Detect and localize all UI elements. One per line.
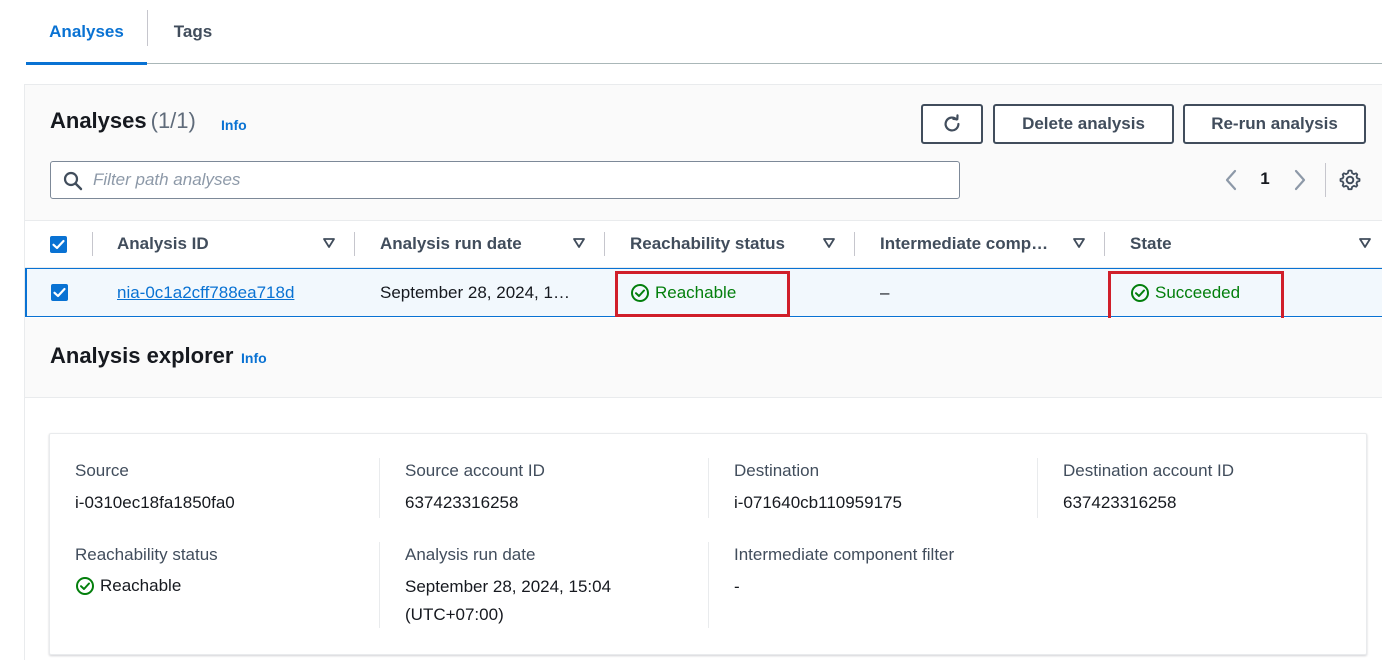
tab-bar: Analyses Tags [26, 0, 1382, 65]
destination-account-label: Destination account ID [1063, 461, 1235, 480]
run-date-value-line1: September 28, 2024, 15:04 [405, 577, 612, 596]
caret-down-icon[interactable] [823, 238, 835, 248]
table-header: Analysis ID Analysis run date Reachabili… [25, 220, 1382, 268]
filter-field[interactable] [50, 161, 960, 199]
pagination-divider [1325, 163, 1326, 197]
search-icon [63, 171, 83, 191]
column-header-state[interactable]: State [1130, 221, 1172, 267]
destination-value: i-071640cb110959175 [734, 493, 902, 512]
caret-down-icon[interactable] [1073, 238, 1085, 248]
tab-tags[interactable]: Tags [148, 0, 238, 64]
source-account-value: 637423316258 [405, 493, 519, 512]
analyses-title-text: Analyses [50, 108, 147, 133]
checkmark-icon [52, 239, 65, 250]
row-checkbox[interactable] [51, 284, 68, 301]
explorer-info-link[interactable]: Info [241, 350, 267, 366]
caret-down-icon[interactable] [1359, 238, 1371, 248]
source-label: Source [75, 461, 129, 480]
column-header-run-date[interactable]: Analysis run date [380, 221, 522, 267]
intermediate-filter-value: - [734, 577, 740, 596]
column-header-reachability[interactable]: Reachability status [630, 221, 785, 267]
caret-down-icon[interactable] [573, 238, 585, 248]
intermediate-filter-label: Intermediate component filter [734, 545, 955, 564]
highlight-box-reachability [615, 271, 790, 317]
filter-input[interactable] [93, 163, 943, 197]
column-divider [379, 542, 380, 628]
column-divider [708, 458, 709, 518]
column-divider [1037, 458, 1038, 518]
column-header-analysis-id[interactable]: Analysis ID [117, 221, 209, 267]
reachability-value-text: Reachable [100, 576, 182, 595]
analysis-id-link[interactable]: nia-0c1a2cff788ea718d [117, 269, 294, 316]
analyses-header [25, 85, 1382, 220]
refresh-button[interactable] [921, 104, 983, 144]
column-divider [92, 232, 93, 256]
explorer-title: Analysis explorer [50, 343, 234, 368]
analysis-details-card: Source i-0310ec18fa1850fa0 Source accoun… [49, 433, 1367, 655]
run-date-value-line2: (UTC+07:00) [405, 605, 504, 624]
delete-analysis-button[interactable]: Delete analysis [993, 104, 1174, 144]
refresh-icon [944, 114, 960, 132]
highlight-box-state [1108, 271, 1284, 321]
column-divider [354, 232, 355, 256]
select-all-checkbox[interactable] [50, 236, 67, 253]
source-account-label: Source account ID [405, 461, 545, 480]
destination-account-value: 637423316258 [1063, 493, 1177, 512]
column-divider [854, 232, 855, 256]
run-date-cell: September 28, 2024, 1… [380, 282, 570, 302]
caret-down-icon[interactable] [323, 238, 335, 248]
reachability-label: Reachability status [75, 545, 218, 564]
column-divider [604, 232, 605, 256]
intermediate-cell: – [880, 282, 890, 302]
run-date-label: Analysis run date [405, 545, 536, 564]
chevron-left-icon[interactable] [1220, 167, 1242, 193]
analyses-count: (1/1) [150, 108, 196, 133]
rerun-analysis-button[interactable]: Re-run analysis [1183, 104, 1366, 144]
column-header-intermediate[interactable]: Intermediate comp… [880, 221, 1048, 267]
column-divider [379, 458, 380, 518]
analyses-container: Analyses (1/1) Info Delete analysis Re-ru… [24, 84, 1382, 660]
tab-analyses[interactable]: Analyses [26, 0, 147, 65]
source-value: i-0310ec18fa1850fa0 [75, 493, 235, 512]
analyses-info-link[interactable]: Info [221, 117, 247, 133]
gear-icon[interactable] [1338, 168, 1362, 192]
column-divider [1104, 232, 1105, 256]
checkmark-icon [53, 287, 66, 298]
chevron-right-icon[interactable] [1289, 167, 1311, 193]
destination-label: Destination [734, 461, 820, 480]
analyses-title: Analyses (1/1) [50, 108, 196, 134]
check-circle-icon [76, 577, 94, 595]
column-divider [708, 542, 709, 628]
reachability-value: Reachable [75, 576, 181, 596]
page-number[interactable]: 1 [1257, 169, 1273, 189]
